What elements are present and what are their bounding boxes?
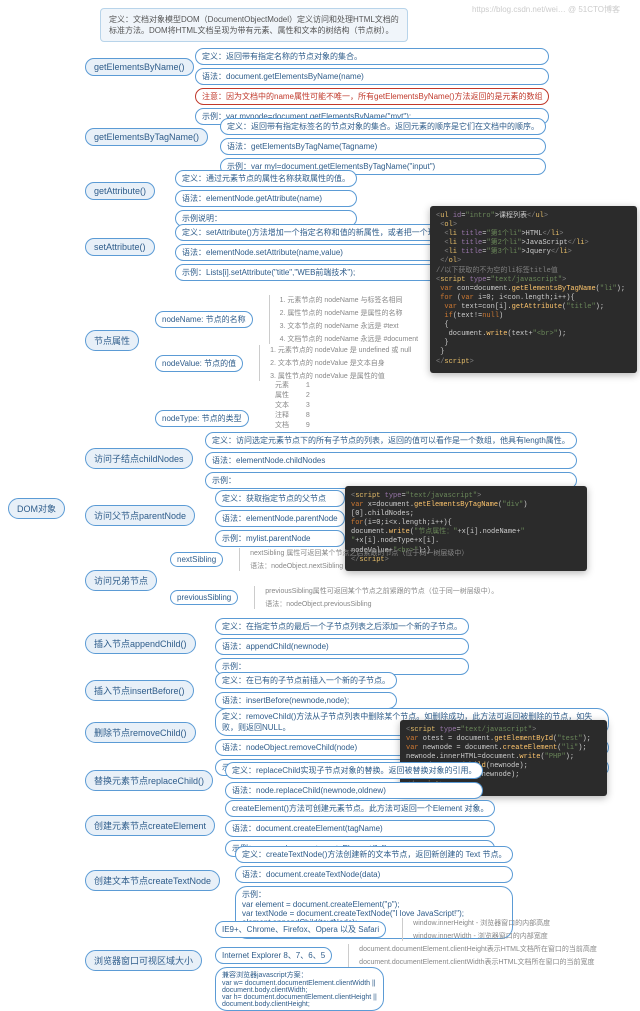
- ga-def: 定义：通过元素节点的属性名称获取属性的值。: [175, 170, 357, 187]
- node-ib: 插入节点insertBefore(): [85, 680, 194, 701]
- win2a: document.documentElement.clientHeight表示H…: [359, 944, 597, 954]
- code-sample-1: <ul id="intro">课程列表</ul> <ol> <li title=…: [430, 206, 637, 373]
- nodevalue: nodeValue: 节点的值: [155, 355, 243, 372]
- node-gebt: getElementsByTagName(): [85, 128, 208, 146]
- ps-s: 语法：nodeObject.previousSibling: [265, 599, 498, 609]
- node-sib: 访问兄弟节点: [85, 570, 157, 591]
- ac-s: 语法：appendChild(newnode): [215, 638, 469, 655]
- gebn-syntax: 语法：document.getElementsByName(name): [195, 68, 549, 85]
- win1a: window.innerHeight - 浏览器窗口的内部高度: [413, 918, 550, 928]
- definition-box: 定义：文档对象模型DOM（DocumentObjectModel）定义访问和处理…: [100, 8, 408, 42]
- node-ct: 创建文本节点createTextNode: [85, 870, 220, 891]
- win-compat: 兼容浏览器javascript方案： var w= document.docum…: [215, 967, 384, 1011]
- gebt-def: 定义：返回带有指定标签名的节点对象的集合。返回元素的顺序是它们在文档中的顺序。: [220, 118, 546, 135]
- nn3: 3. 文本节点的 nodeName 永远是 #text: [280, 321, 419, 331]
- node-win: 浏览器窗口可视区域大小: [85, 950, 202, 971]
- node-ac: 插入节点appendChild(): [85, 633, 196, 654]
- prevsibling: previousSibling: [170, 590, 238, 605]
- blog-watermark: https://blog.csdn.net/wei… @ 51CTO博客: [472, 4, 620, 15]
- ga-syntax: 语法：elementNode.getAttribute(name): [175, 190, 357, 207]
- win-modern: IE9+、Chrome、Firefox、Opera 以及 Safari: [215, 921, 386, 938]
- ns-s: 语法：nodeObject.nextSibling: [250, 561, 468, 571]
- node-gebn: getElementsByName(): [85, 58, 194, 76]
- gebn-warn: 注意：因为文档中的name属性可能不唯一，所有getElementsByName…: [195, 88, 549, 105]
- win1b: window.innerWidth - 浏览器窗口的内部宽度: [413, 931, 550, 941]
- node-cn: 访问子结点childNodes: [85, 448, 193, 469]
- win-ie: Internet Explorer 8、7、6、5: [215, 947, 332, 964]
- ps-def: previousSibling属性可返回某个节点之前紧跟的节点（位于同一树层级中…: [265, 586, 498, 596]
- nodename: nodeName: 节点的名称: [155, 311, 253, 328]
- root-node: DOM对象: [8, 498, 65, 519]
- cn-syntax: 语法：elementNode.childNodes: [205, 452, 577, 469]
- nv2: 2. 文本节点的 nodeValue 是文本自身: [270, 358, 411, 368]
- pn-def: 定义：获取指定节点的父节点: [215, 490, 345, 507]
- nn1: 1. 元素节点的 nodeName 与标签名相同: [280, 295, 419, 305]
- nodetype-table: 元素 1 属性 2 文本 3 注释 8 文档 9: [275, 380, 310, 430]
- ac-def: 定义：在指定节点的最后一个子节点列表之后添加一个新的子节点。: [215, 618, 469, 635]
- ce-def: createElement()方法可创建元素节点。此方法可返回一个Element…: [225, 800, 495, 817]
- node-attr: 节点属性: [85, 330, 139, 351]
- node-ce: 创建元素节点createElement: [85, 815, 215, 836]
- pn-ex: 示例：mylist.parentNode: [215, 530, 345, 547]
- nn4: 4. 文档节点的 nodeName 永远是 #document: [280, 334, 419, 344]
- cn-def: 定义：访问选定元素节点下的所有子节点的列表，返回的值可以看作是一个数组，他具有l…: [205, 432, 577, 449]
- pn-syntax: 语法：elementNode.parentNode: [215, 510, 345, 527]
- node-rp: 替换元素节点replaceChild(): [85, 770, 213, 791]
- ct-s: 语法：document.createTextNode(data): [235, 866, 513, 883]
- node-ga: getAttribute(): [85, 182, 155, 200]
- nn2: 2. 属性节点的 nodeName 是属性的名称: [280, 308, 419, 318]
- node-pn: 访问父节点parentNode: [85, 505, 195, 526]
- nextsibling: nextSibling: [170, 552, 223, 567]
- win2b: document.documentElement.clientWidth表示HT…: [359, 957, 597, 967]
- ib-s: 语法：insertBefore(newnode,node);: [215, 692, 397, 709]
- node-rc: 删除节点removeChild(): [85, 722, 196, 743]
- gebt-syntax: 语法：getElementsByTagName(Tagname): [220, 138, 546, 155]
- node-sa: setAttribute(): [85, 238, 155, 256]
- ce-s: 语法：document.createElement(tagName): [225, 820, 495, 837]
- nv1: 1. 元素节点的 nodeValue 是 undefined 或 null: [270, 345, 411, 355]
- ib-def: 定义：在已有的子节点前插入一个新的子节点。: [215, 672, 397, 689]
- rp-def: 定义：replaceChild实现子节点对象的替换。返回被替换对象的引用。: [225, 762, 483, 779]
- ns-def: nextSibling 属性可返回某个节点之后紧跟的节点（位于同一树层级中）: [250, 548, 468, 558]
- rp-s: 语法：node.replaceChild(newnode,oldnew): [225, 782, 483, 799]
- ct-def: 定义：createTextNode()方法创建新的文本节点，返回新创建的 Tex…: [235, 846, 513, 863]
- gebn-def: 定义：返回带有指定名称的节点对象的集合。: [195, 48, 549, 65]
- nodetype: nodeType: 节点的类型: [155, 410, 249, 427]
